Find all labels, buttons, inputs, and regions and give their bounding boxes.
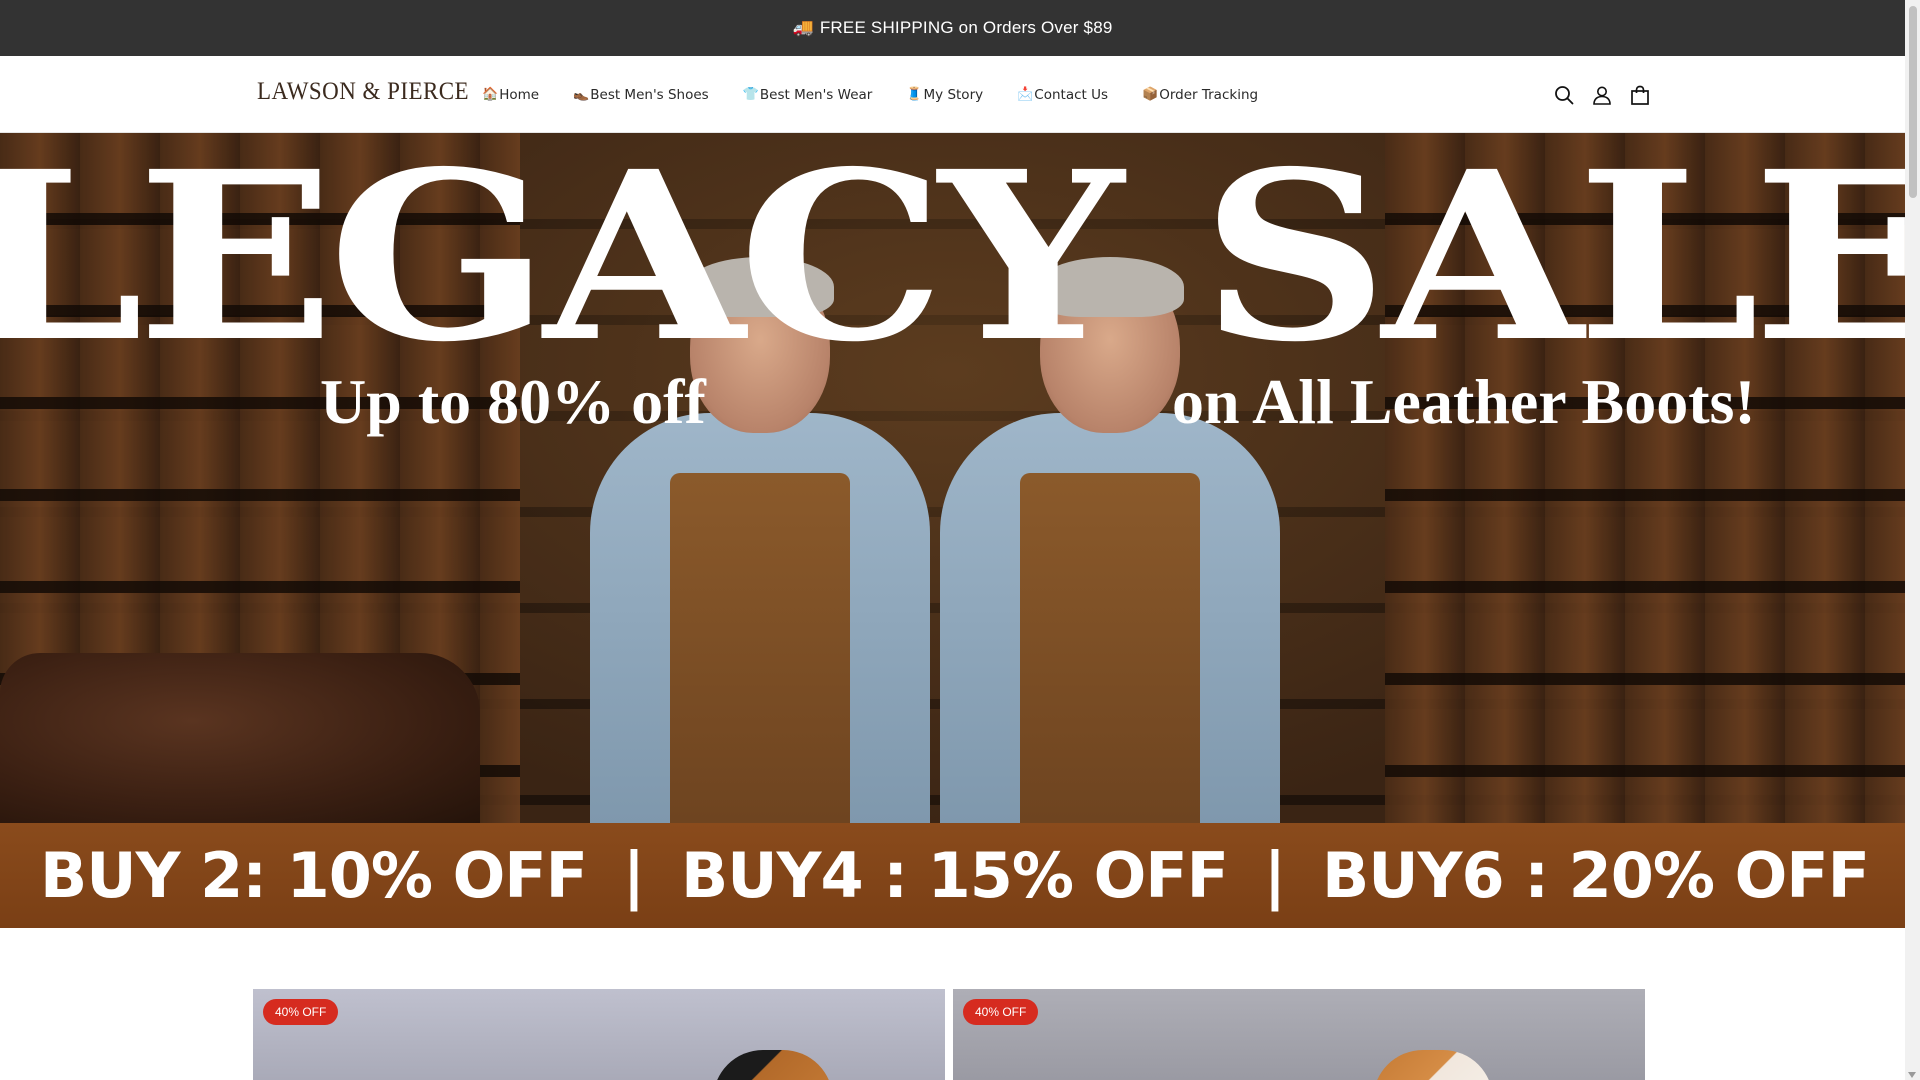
- package-icon: 📦: [1142, 87, 1159, 102]
- main-nav: 🏠 Home 👞 Best Men's Shoes 👕 Best Men's W…: [482, 56, 1292, 133]
- nav-item-best-mens-shoes[interactable]: 👞 Best Men's Shoes: [573, 87, 709, 103]
- product-image: [1373, 1050, 1493, 1080]
- nav-item-my-story[interactable]: 🧵 My Story: [906, 87, 983, 103]
- offer-buy-2: BUY 2: 10% OFF: [40, 839, 588, 912]
- shirt-icon: 👕: [742, 87, 759, 102]
- hero-title: LEGACY SALE: [0, 133, 1905, 393]
- cart-icon[interactable]: [1629, 84, 1651, 106]
- discount-badge: 40% OFF: [963, 999, 1039, 1025]
- product-image: [713, 1050, 833, 1080]
- leather-chair: [0, 653, 480, 823]
- offer-separator: |: [622, 839, 646, 912]
- hero-subtitle-right: on All Leather Boots!: [1172, 366, 1756, 437]
- account-icon[interactable]: [1591, 84, 1613, 106]
- page: 🚚 FREE SHIPPING on Orders Over $89 LAWSO…: [0, 0, 1905, 1080]
- product-grid: 40% OFF 40% OFF: [253, 989, 1646, 1080]
- nav-label: Order Tracking: [1159, 86, 1259, 103]
- nav-label: Contact Us: [1034, 86, 1109, 103]
- offer-separator: |: [1263, 839, 1287, 912]
- product-card[interactable]: 40% OFF: [253, 989, 945, 1080]
- hero-subtitle-left: Up to 80% off: [320, 366, 706, 437]
- product-card[interactable]: 40% OFF: [953, 989, 1645, 1080]
- nav-item-order-tracking[interactable]: 📦 Order Tracking: [1142, 87, 1258, 103]
- header-actions: [1553, 56, 1651, 133]
- shoe-icon: 👞: [573, 87, 590, 102]
- home-icon: 🏠: [482, 87, 499, 102]
- truck-icon: 🚚: [792, 18, 814, 37]
- announcement-bar: 🚚 FREE SHIPPING on Orders Over $89: [0, 0, 1905, 56]
- scrollbar-thumb[interactable]: [1909, 6, 1917, 198]
- site-header: LAWSON & PIERCE 🏠 Home 👞 Best Men's Shoe…: [0, 56, 1905, 133]
- envelope-icon: 📩: [1017, 87, 1034, 102]
- announcement-text: FREE SHIPPING on Orders Over $89: [819, 18, 1113, 37]
- discount-badge: 40% OFF: [263, 999, 339, 1025]
- nav-label: Home: [499, 86, 540, 103]
- nav-item-best-mens-wear[interactable]: 👕 Best Men's Wear: [743, 87, 873, 103]
- logo[interactable]: LAWSON & PIERCE: [257, 78, 469, 106]
- offer-strip: BUY 2: 10% OFF | BUY4 : 15% OFF | BUY6 :…: [0, 823, 1905, 928]
- nav-label: My Story: [923, 86, 984, 103]
- search-icon[interactable]: [1553, 84, 1575, 106]
- thread-icon: 🧵: [906, 87, 923, 102]
- scroll-down-arrow-icon[interactable]: [1908, 1072, 1916, 1078]
- nav-label: Best Men's Wear: [759, 86, 873, 103]
- offer-buy-4: BUY4 : 15% OFF: [681, 839, 1229, 912]
- hero-banner[interactable]: LEGACY SALE Up to 80% off on All Leather…: [0, 133, 1905, 928]
- nav-item-contact-us[interactable]: 📩 Contact Us: [1017, 87, 1108, 103]
- page-scrollbar[interactable]: [1905, 0, 1920, 1080]
- offer-buy-6: BUY6 : 20% OFF: [1322, 839, 1870, 912]
- nav-label: Best Men's Shoes: [590, 86, 709, 103]
- nav-item-home[interactable]: 🏠 Home: [482, 87, 539, 103]
